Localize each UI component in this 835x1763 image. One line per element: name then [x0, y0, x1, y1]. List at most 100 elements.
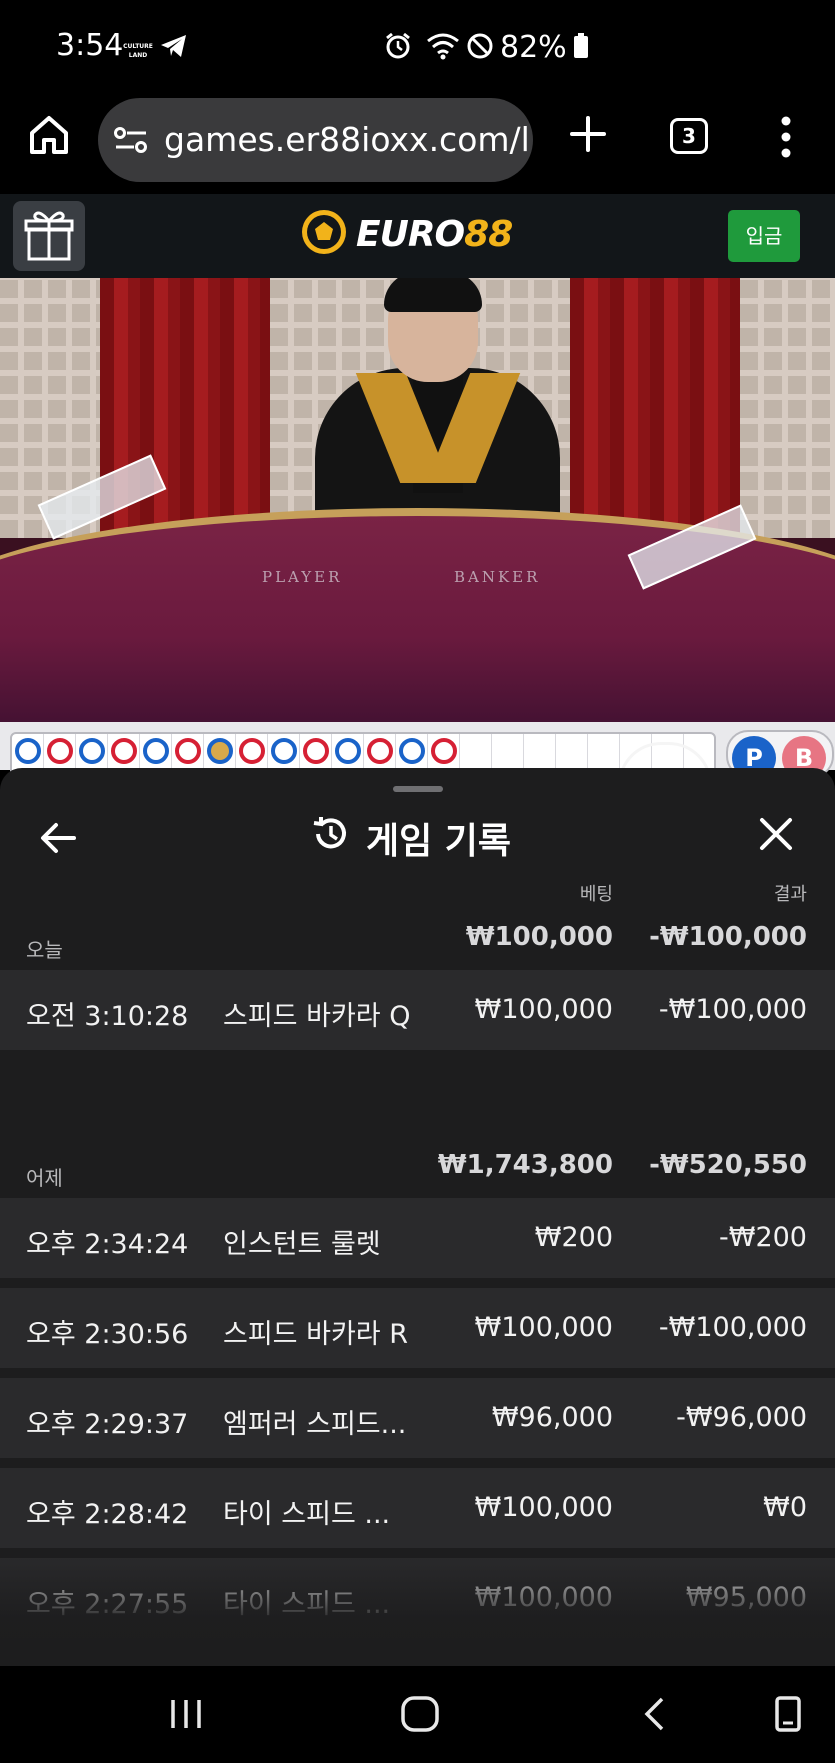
site-header: EURO88 입금: [0, 194, 835, 278]
group-result-total: -₩100,000: [649, 922, 807, 952]
row-game: 스피드 바카라 Q: [223, 1001, 411, 1032]
history-icon: [310, 814, 350, 863]
banker-bead: [175, 738, 201, 764]
more-vert-icon[interactable]: [778, 114, 794, 160]
row-game: 인스턴트 룰렛: [223, 1229, 381, 1260]
bead-road-cell: [396, 734, 428, 770]
banker-label: BANKER: [454, 568, 541, 586]
scroll-fade: [0, 1552, 835, 1666]
row-result: -₩200: [719, 1222, 807, 1253]
logo-text: EURO88: [356, 213, 513, 255]
row-game: 엠퍼러 스피드...: [223, 1409, 407, 1440]
alarm-icon: [384, 32, 412, 64]
column-header-result: 결과: [773, 884, 807, 905]
row-result: -₩100,000: [658, 994, 807, 1025]
deposit-button[interactable]: 입금: [728, 210, 800, 262]
status-time: 3:54: [56, 28, 124, 63]
row-time: 오후 2:29:37: [26, 1409, 189, 1440]
row-bet: ₩100,000: [474, 1312, 613, 1343]
url-text[interactable]: games.er88ioxx.com/l: [164, 120, 530, 159]
player-bead: [271, 738, 297, 764]
row-game: 타이 스피드 ...: [223, 1499, 391, 1530]
banker-bead: [303, 738, 329, 764]
game-history-sheet: 게임 기록 베팅 결과 오늘 ₩100,000 -₩100,000 오전 3:10:2…: [0, 768, 835, 1666]
close-icon[interactable]: [756, 814, 796, 854]
group-result-total: -₩520,550: [649, 1150, 807, 1180]
history-row[interactable]: 오후 2:29:37 엠퍼러 스피드... ₩96,000 -₩96,000: [0, 1378, 835, 1458]
banker-bead: [367, 738, 393, 764]
bead-road-cell: [332, 734, 364, 770]
row-time: 오후 2:30:56: [26, 1319, 189, 1350]
back-nav-icon[interactable]: [640, 1696, 668, 1736]
bead-road-cell: [236, 734, 268, 770]
bead-road-cell: [556, 734, 588, 770]
bead-road-cell: [108, 734, 140, 770]
rotate-icon[interactable]: [772, 1696, 804, 1736]
row-game: 스피드 바카라 R: [223, 1319, 408, 1350]
lattice-wall: [740, 278, 835, 538]
banker-bead: [47, 738, 73, 764]
bead-road-cell: [492, 734, 524, 770]
tie-bead: [207, 738, 233, 764]
bead-road-cell: [204, 734, 236, 770]
battery-icon: [573, 32, 589, 63]
bead-road-cell: [428, 734, 460, 770]
battery-percent: 82%: [500, 30, 567, 65]
player-bead: [79, 738, 105, 764]
group-date-label: 오늘: [26, 938, 63, 962]
row-result: -₩100,000: [658, 1312, 807, 1343]
bead-road-cell: [460, 734, 492, 770]
row-result: ₩0: [763, 1492, 807, 1523]
do-not-disturb-icon: [466, 32, 494, 64]
row-time: 오후 2:34:24: [26, 1229, 189, 1260]
bead-road-cell: [364, 734, 396, 770]
row-bet: ₩100,000: [474, 994, 613, 1025]
history-group-header: 어제 ₩1,743,800 -₩520,550: [0, 1136, 835, 1198]
recent-apps-icon[interactable]: [168, 1696, 204, 1736]
browser-toolbar: games.er88ioxx.com/l 3: [0, 92, 835, 194]
row-bet: ₩96,000: [491, 1402, 613, 1433]
player-bead: [335, 738, 361, 764]
banker-bead: [111, 738, 137, 764]
home-nav-icon[interactable]: [400, 1696, 440, 1736]
soccer-ball-icon: [300, 208, 348, 260]
history-row[interactable]: 오후 2:28:42 타이 스피드 ... ₩100,000 ₩0: [0, 1468, 835, 1548]
plus-icon[interactable]: [566, 112, 610, 156]
telegram-icon: [160, 34, 188, 62]
status-right: 82%: [384, 30, 589, 65]
bead-road-cell: [300, 734, 332, 770]
group-bet-total: ₩1,743,800: [437, 1150, 613, 1180]
status-bar: 3:54 CULTURE LAND 82%: [0, 0, 835, 92]
row-result: -₩96,000: [676, 1402, 807, 1433]
bead-road-cell: [588, 734, 620, 770]
bead-road-grid: [10, 732, 716, 772]
tab-count: 3: [682, 124, 696, 148]
curtain: [570, 278, 740, 538]
row-bet: ₩100,000: [474, 1492, 613, 1523]
row-time: 오후 2:28:42: [26, 1499, 189, 1530]
bead-road-cell: [76, 734, 108, 770]
banker-bead: [431, 738, 457, 764]
site-logo[interactable]: EURO88: [300, 208, 513, 260]
row-time: 오전 3:10:28: [26, 1001, 189, 1032]
dealer-hair: [384, 278, 482, 312]
history-row[interactable]: 오후 2:34:24 인스턴트 룰렛 ₩200 -₩200: [0, 1198, 835, 1278]
drag-handle[interactable]: [393, 786, 443, 792]
banker-bead: [239, 738, 265, 764]
live-dealer-video[interactable]: PLAYER BANKER: [0, 278, 835, 724]
row-bet: ₩200: [534, 1222, 613, 1253]
bead-road-cell: [12, 734, 44, 770]
back-arrow-icon[interactable]: [38, 818, 78, 858]
home-icon[interactable]: [26, 112, 72, 158]
url-bar[interactable]: games.er88ioxx.com/l: [98, 98, 533, 182]
history-row[interactable]: 오후 2:30:56 스피드 바카라 R ₩100,000 -₩100,000: [0, 1288, 835, 1368]
site-settings-icon[interactable]: [114, 126, 148, 158]
player-bead: [399, 738, 425, 764]
bead-road-cell: [140, 734, 172, 770]
history-row[interactable]: 오전 3:10:28 스피드 바카라 Q ₩100,000 -₩100,000: [0, 970, 835, 1050]
tabs-icon[interactable]: 3: [670, 118, 708, 154]
history-group-header: 오늘 ₩100,000 -₩100,000: [0, 908, 835, 970]
player-bead: [143, 738, 169, 764]
gift-icon[interactable]: [13, 201, 85, 271]
bead-road-cell: [44, 734, 76, 770]
